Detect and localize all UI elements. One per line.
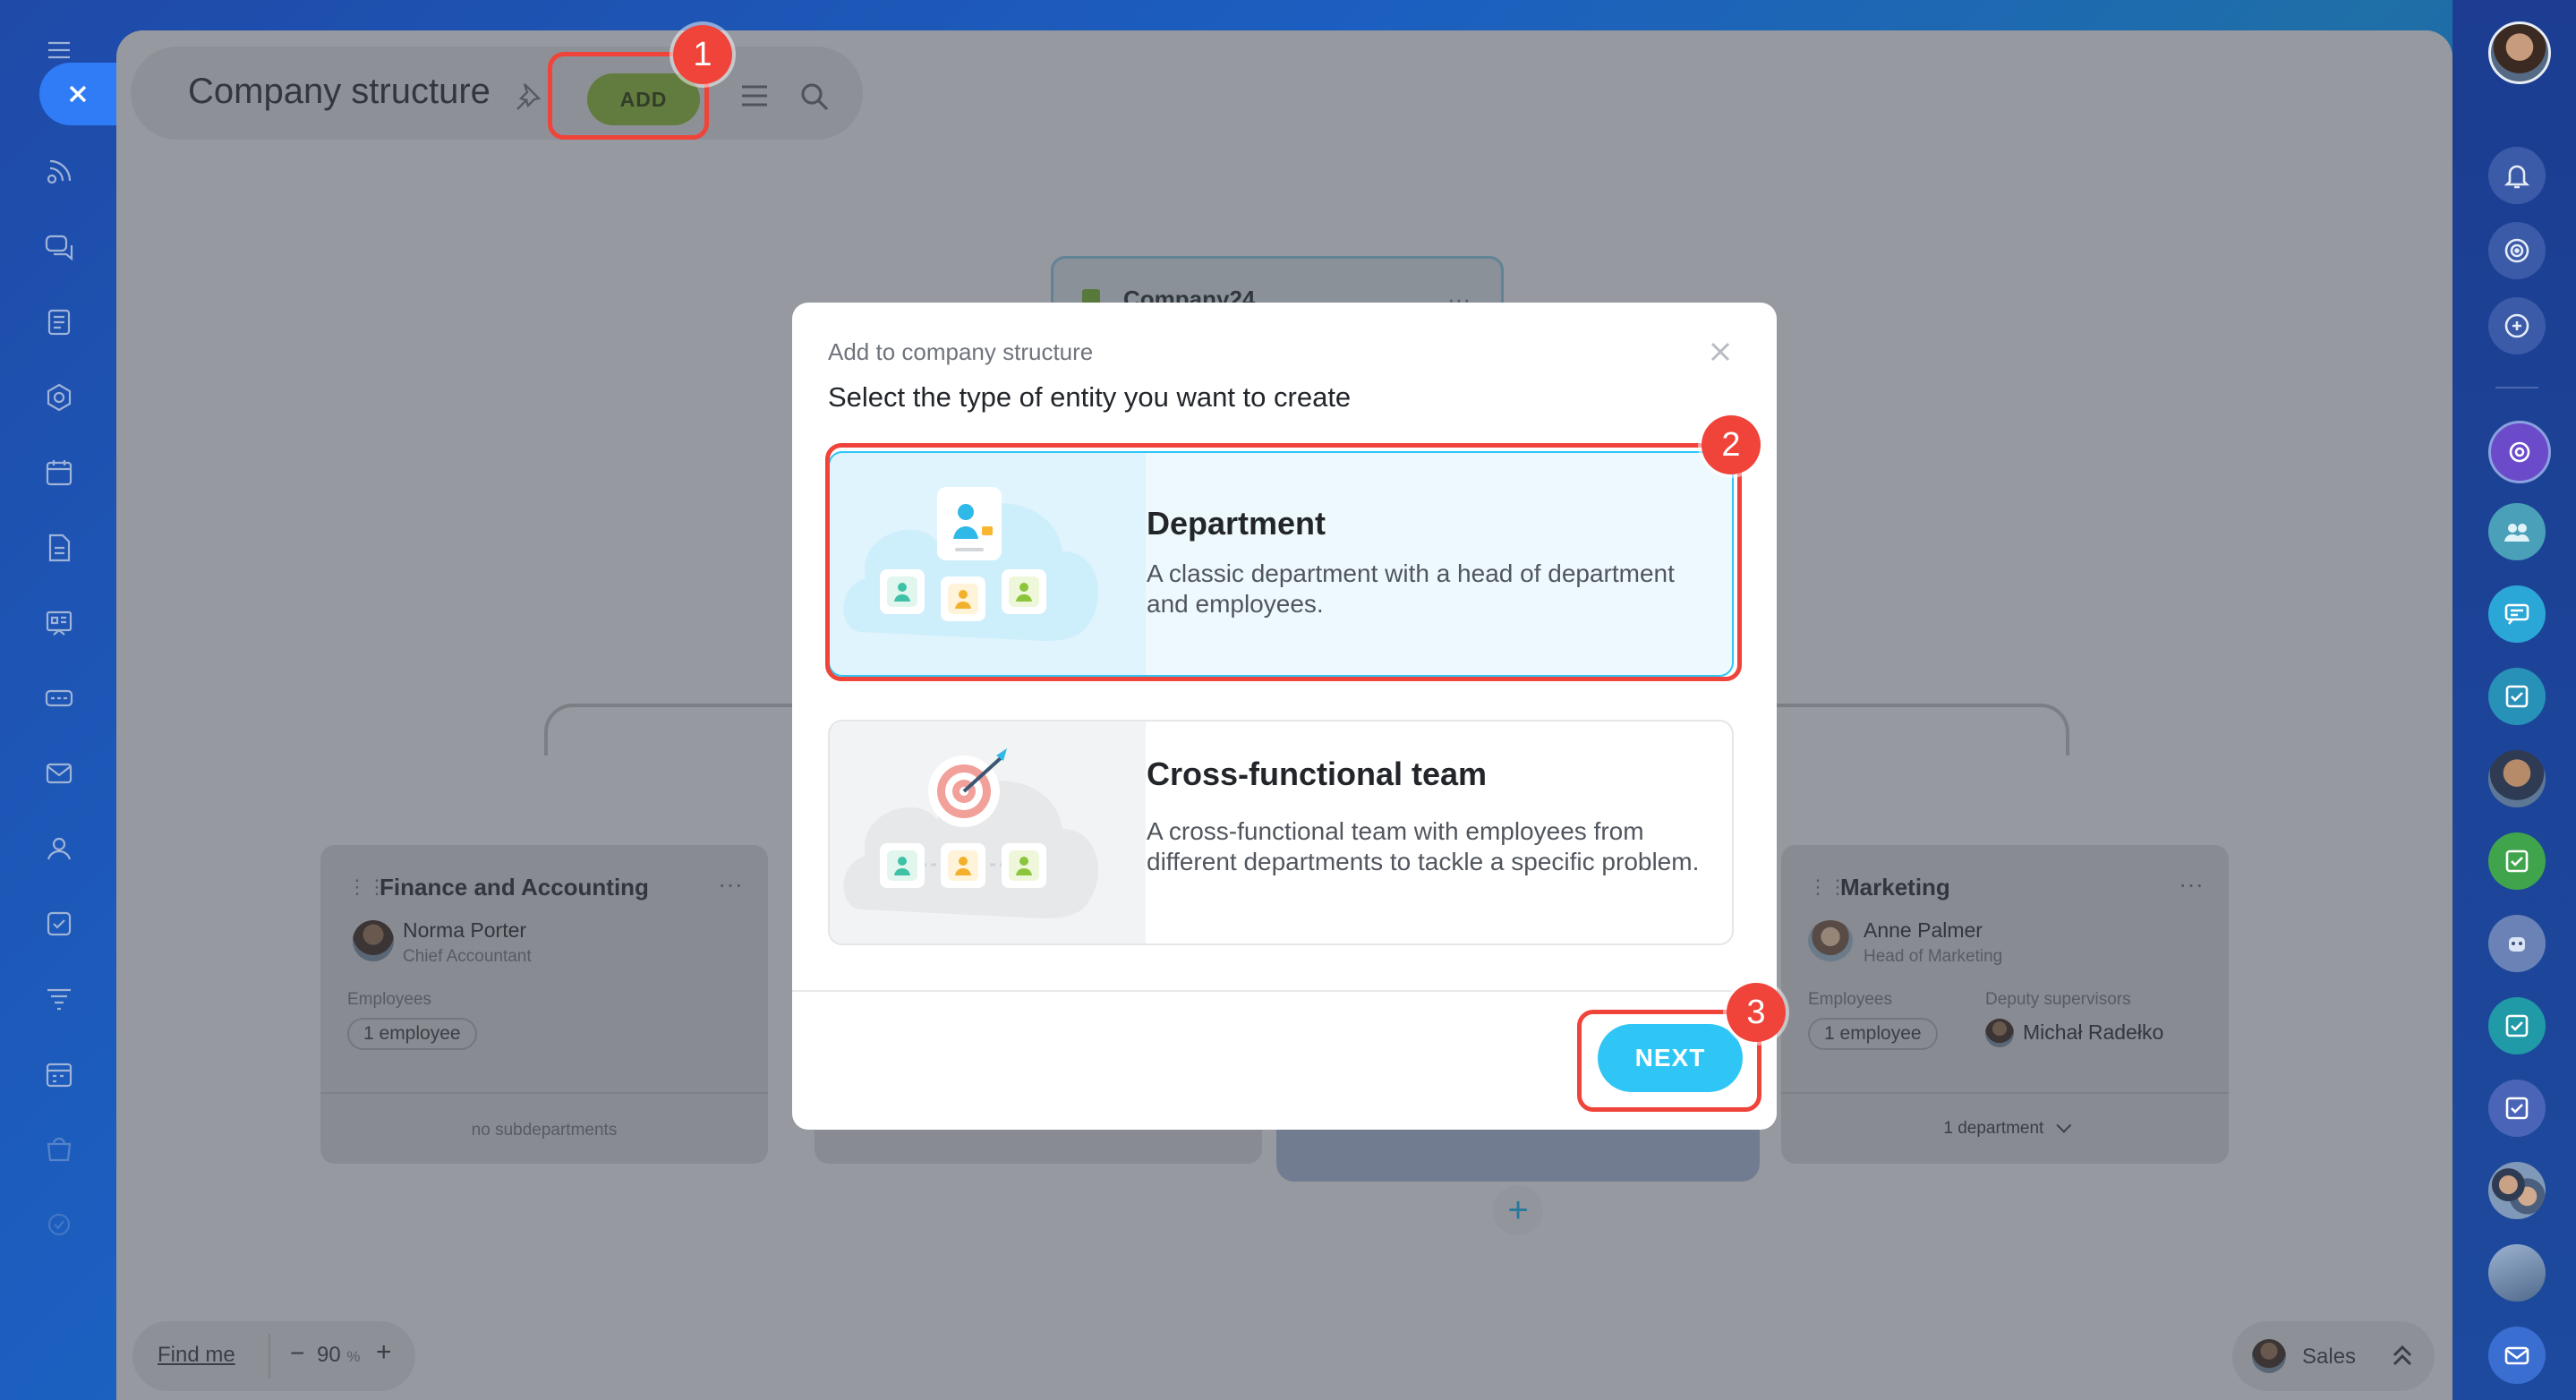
board-icon[interactable]	[39, 603, 79, 643]
mail-icon[interactable]	[39, 754, 79, 793]
store-icon[interactable]	[39, 1130, 79, 1169]
divider	[792, 990, 1777, 992]
tasks-icon[interactable]	[39, 904, 79, 943]
left-sidebar	[0, 0, 116, 1400]
card-icon[interactable]	[39, 679, 79, 718]
option-title: Cross-functional team	[1147, 755, 1488, 792]
robot-avatar[interactable]	[2488, 915, 2546, 972]
funnel-icon[interactable]	[39, 979, 79, 1019]
mail-icon[interactable]	[2488, 1327, 2546, 1384]
employees-icon[interactable]	[39, 829, 79, 868]
add-entity-dialog: Add to company structure Select the type…	[792, 303, 1777, 1130]
user-avatar[interactable]	[2488, 21, 2551, 84]
schedule-icon[interactable]	[39, 1054, 79, 1094]
dialog-heading: Select the type of entity you want to cr…	[828, 381, 1352, 413]
task-chat-icon[interactable]	[2488, 1080, 2546, 1137]
team-illustration	[843, 748, 1098, 918]
city-avatar[interactable]	[2488, 1244, 2546, 1302]
dialog-caption: Add to company structure	[828, 338, 1094, 365]
document-icon[interactable]	[39, 528, 79, 568]
close-icon[interactable]	[1705, 337, 1736, 367]
cross-functional-team-option[interactable]: Cross-functional team A cross-functional…	[828, 720, 1734, 945]
target-icon[interactable]	[2488, 222, 2546, 279]
hexagon-icon[interactable]	[39, 378, 79, 417]
contact-avatar[interactable]	[2488, 750, 2546, 807]
step-badge-3: 3	[1727, 983, 1786, 1042]
task-chat-icon[interactable]	[2488, 668, 2546, 725]
messenger-icon[interactable]	[39, 227, 79, 267]
step-badge-2: 2	[1702, 415, 1761, 474]
task-chat-icon[interactable]	[2488, 997, 2546, 1054]
search-chat-icon[interactable]	[2488, 297, 2546, 354]
open-channels-icon[interactable]	[2488, 585, 2546, 643]
group-avatar[interactable]	[2488, 1162, 2546, 1219]
feed-icon[interactable]	[39, 152, 79, 192]
right-sidebar	[2452, 0, 2576, 1400]
close-icon	[69, 85, 87, 103]
divider	[2495, 387, 2538, 388]
bell-icon[interactable]	[2488, 147, 2546, 204]
task-chat-icon[interactable]	[2488, 832, 2546, 890]
calendar-icon[interactable]	[39, 453, 79, 492]
notes-icon[interactable]	[39, 303, 79, 342]
close-slider-button[interactable]	[39, 63, 116, 125]
settings-icon[interactable]	[39, 1205, 79, 1244]
highlight-department-option	[825, 443, 1742, 681]
copilot-icon[interactable]	[2488, 421, 2551, 483]
option-description: A cross-functional team with employees f…	[1147, 817, 1700, 875]
group-chat-icon[interactable]	[2488, 503, 2546, 560]
step-badge-1: 1	[673, 25, 732, 84]
